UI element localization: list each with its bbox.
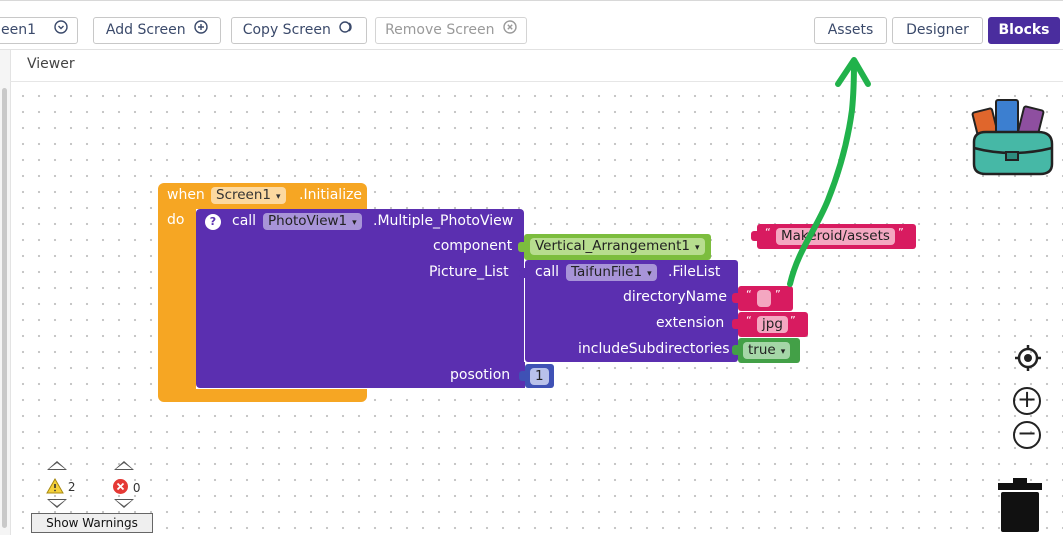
directory-text-field[interactable] [757,290,771,307]
call-label: call [232,213,257,229]
connector-notch [519,371,525,381]
x-circle-icon [503,18,517,43]
true-dropdown[interactable]: true ▾ [743,342,791,359]
connector-notch [732,345,738,355]
include-subdirectories-arg-label: includeSubdirectories [578,341,730,357]
viewer-label: Viewer [27,56,75,72]
position-number-field[interactable]: 1 [530,368,549,385]
add-screen-button[interactable]: Add Screen [93,17,221,44]
designer-button[interactable]: Designer [892,17,983,44]
directory-name-arg-label: directoryName [623,289,727,305]
extension-arg-label: extension [656,315,725,331]
warning-prev-icon[interactable] [47,461,67,470]
blocks-label: Blocks [998,22,1050,38]
chevron-down-icon: ▾ [352,218,357,228]
chevron-down-icon [54,18,69,43]
screen1-dropdown-label: Screen1 [216,187,272,203]
assets-label: Assets [827,22,874,38]
connector-notch [519,268,525,278]
scrollbar-thumb[interactable] [2,88,7,528]
chevron-down-icon: ▾ [780,347,786,357]
warning-next-icon[interactable] [47,499,67,508]
warning-icon [46,477,64,494]
help-mark: ? [209,215,217,228]
error-next-icon[interactable] [114,499,134,508]
connector-notch [518,242,524,252]
taifunfile1-label: TaifunFile1 [571,264,643,280]
trash-icon[interactable] [997,477,1043,533]
initialize-label: .Initialize [299,187,363,203]
zoom-in-icon[interactable]: + [1013,387,1041,415]
show-warnings-button[interactable]: Show Warnings [31,513,153,533]
call-label: call [535,264,560,280]
extension-text-value: jpg [762,316,783,332]
quote-close: ” [790,314,796,327]
vertical-arrangement-label: Vertical_Arrangement1 [535,238,690,254]
picture-list-arg-label: Picture_List [429,264,509,280]
chevron-down-icon: ▾ [647,269,652,279]
quote-close: ” [898,226,904,239]
error-counter: 0 [112,478,140,495]
assets-button[interactable]: Assets [814,17,887,44]
chevron-down-icon: ▾ [694,243,700,253]
event-block-bottom [158,389,367,402]
quote-open: “ [746,314,752,327]
designer-label: Designer [906,22,969,38]
plus-circle-icon [194,18,208,43]
taifunfile1-dropdown[interactable]: TaifunFile1 ▾ [566,264,657,281]
annotation-arrow [787,57,871,287]
connector-notch [732,319,738,329]
remove-screen-label: Remove Screen [385,22,495,38]
photoview1-dropdown[interactable]: PhotoView1 ▾ [263,213,362,230]
add-screen-label: Add Screen [105,22,186,38]
quote-open: “ [746,288,752,301]
when-label: when [167,187,205,203]
screen1-dropdown[interactable]: Screen1 ▾ [211,187,286,204]
backpack-icon[interactable] [968,92,1058,178]
true-value: true [748,342,776,358]
filelist-label: .FileList [668,264,721,280]
chevron-down-icon: ▾ [276,192,281,202]
error-icon [113,479,128,494]
copy-screen-label: Copy Screen [242,22,331,38]
position-number-value: 1 [535,368,544,384]
vertical-arrangement-dropdown[interactable]: Vertical_Arrangement1 ▾ [530,238,705,255]
remove-screen-button[interactable]: Remove Screen [375,17,527,44]
copy-screen-button[interactable]: Copy Screen [231,17,367,44]
extension-text-field[interactable]: jpg [757,316,788,333]
connector-notch [732,293,738,303]
photoview1-label: PhotoView1 [268,213,348,229]
error-count: 0 [132,481,141,495]
blocks-button[interactable]: Blocks [988,17,1060,44]
screen-select-label: een1 [1,22,37,38]
warning-count: 2 [67,480,76,494]
toolbar: een1 Add Screen Copy Screen Remove Scree… [0,0,1063,50]
show-warnings-label: Show Warnings [46,516,138,530]
zoom-out-icon[interactable]: − [1013,421,1041,449]
component-arg-label: component [433,238,513,254]
copy-icon [339,18,355,43]
posotion-arg-label: posotion [450,367,511,383]
multiple-photoview-label: .Multiple_PhotoView [373,213,514,229]
recenter-icon[interactable] [1014,344,1042,372]
event-block-body [158,209,196,393]
do-label: do [167,212,185,228]
help-icon[interactable]: ? [205,214,221,230]
error-prev-icon[interactable] [114,461,134,470]
screen-select[interactable]: een1 [0,17,78,44]
warning-counter: 2 [46,477,76,494]
connector-notch [751,231,757,241]
